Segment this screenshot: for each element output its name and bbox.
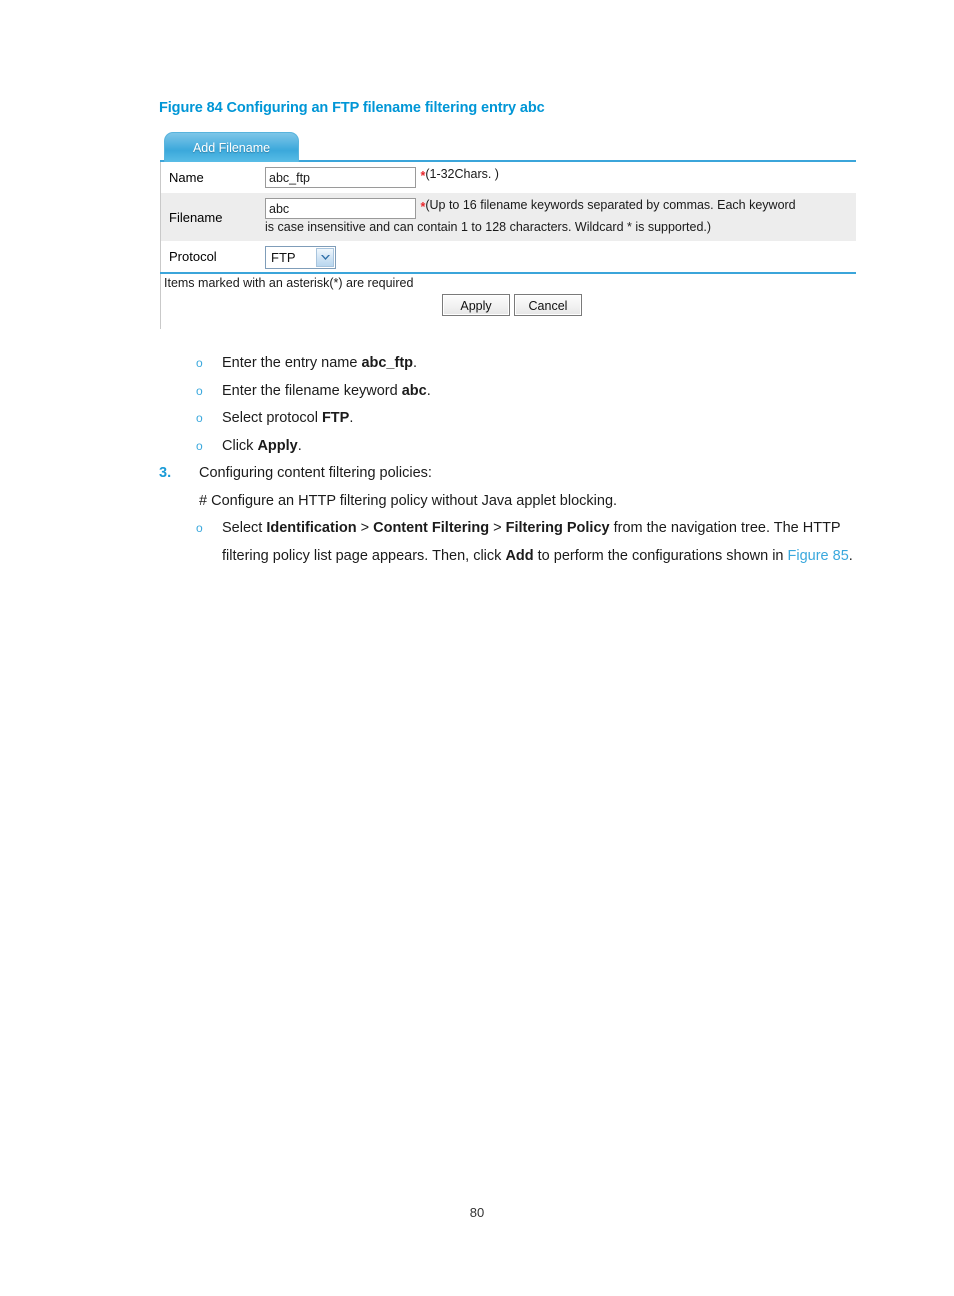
bullet-0-bold: abc_ftp [361,355,414,371]
list-item-text: Select Identification > Content Filterin… [222,515,864,570]
list-item: o Select Identification > Content Filter… [0,515,954,570]
nav-filtering-policy: Filtering Policy [505,520,610,536]
field-protocol: FTP [265,241,856,269]
bullet-3-bold: Apply [257,437,298,454]
nav-content-filtering: Content Filtering [373,520,490,536]
bullet-2-pre: Select protocol [222,410,322,426]
form-row-filename: Filename *(Up to 16 filename keywords se… [161,193,856,241]
nav-end: . [848,547,853,564]
bullet-circle-icon: o [196,356,203,370]
list-item-text: Select protocol FTP. [222,405,864,433]
step-3-hash-line: # Configure an HTTP filtering policy wit… [199,492,618,509]
bullet-1-post: . [426,382,431,399]
step-3-text: Configuring content filtering policies: [199,465,432,481]
bullet-0-post: . [413,355,418,371]
bullet-1-pre: Enter the filename keyword [222,382,402,399]
nav-sep-1: > [356,520,374,536]
page-number: 80 [469,1205,485,1220]
name-hint: (1-32Chars. ) [425,167,499,181]
list-item: o Enter the filename keyword abc. [0,378,954,406]
bullet-circle-icon: o [196,383,203,398]
tab-strip: Add Filename [160,132,856,164]
protocol-select-value: FTP [271,250,296,265]
numbered-step-3: 3. Configuring content filtering policie… [0,460,954,488]
field-name: *(1-32Chars. ) [265,162,856,188]
filename-input[interactable] [265,198,416,219]
figure-caption: Figure 84 Configuring an FTP filename fi… [159,100,545,116]
add-filename-form: Add Filename Name *(1-32Chars. ) Filenam… [160,132,856,329]
form-button-row: Apply Cancel [161,290,856,329]
list-item: o Select protocol FTP. [0,405,954,433]
nav-add: Add [505,547,534,564]
figure-85-link[interactable]: Figure 85 [788,548,849,564]
nav-sep-2: > [489,520,506,536]
bullet-circle-icon: o [196,521,203,535]
label-name: Name [169,170,204,185]
field-filename: *(Up to 16 filename keywords separated b… [265,193,856,234]
nav-identification: Identification [266,520,357,536]
protocol-select[interactable]: FTP [265,246,336,269]
name-input[interactable] [265,167,416,188]
chevron-down-icon[interactable] [316,248,334,267]
label-protocol: Protocol [169,249,217,264]
bullet-3-pre: Click [222,437,258,454]
form-row-protocol: Protocol FTP [161,241,856,272]
document-body: o Enter the entry name abc_ftp. o Enter … [0,350,954,570]
tab-add-filename[interactable]: Add Filename [164,132,299,162]
bullet-2-post: . [349,410,354,426]
bullet-1-bold: abc [401,382,427,399]
apply-button[interactable]: Apply [442,294,510,316]
form-row-name: Name *(1-32Chars. ) [161,162,856,193]
bullet-circle-icon: o [196,411,203,425]
filename-hint-line1: (Up to 16 filename keywords separated by… [425,198,796,212]
list-item-text: Click Apply. [222,433,864,461]
label-filename: Filename [169,209,223,225]
list-item: o Enter the entry name abc_ftp. [0,350,954,378]
name-hint-wrap: *(1-32Chars. ) [420,167,499,184]
nav-pre: Select [222,520,267,536]
list-item: o Click Apply. [0,433,954,461]
bullet-3-post: . [297,437,302,454]
list-item-text: Enter the entry name abc_ftp. [222,350,864,378]
cancel-button[interactable]: Cancel [514,294,582,316]
nav-post: to perform the configurations shown in [533,547,788,564]
bullet-2-bold: FTP [321,410,350,426]
bullet-0-pre: Enter the entry name [222,355,362,371]
step-number: 3. [159,465,172,481]
form-body: Name *(1-32Chars. ) Filename *(Up to 16 … [160,162,856,329]
bullet-circle-icon: o [196,438,203,453]
required-note: Items marked with an asterisk(*) are req… [164,276,414,290]
list-item-text: Enter the filename keyword abc. [222,378,864,406]
filename-hint-line2: is case insensitive and can contain 1 to… [265,220,712,234]
filename-hint-wrap: *(Up to 16 filename keywords separated b… [420,198,795,215]
